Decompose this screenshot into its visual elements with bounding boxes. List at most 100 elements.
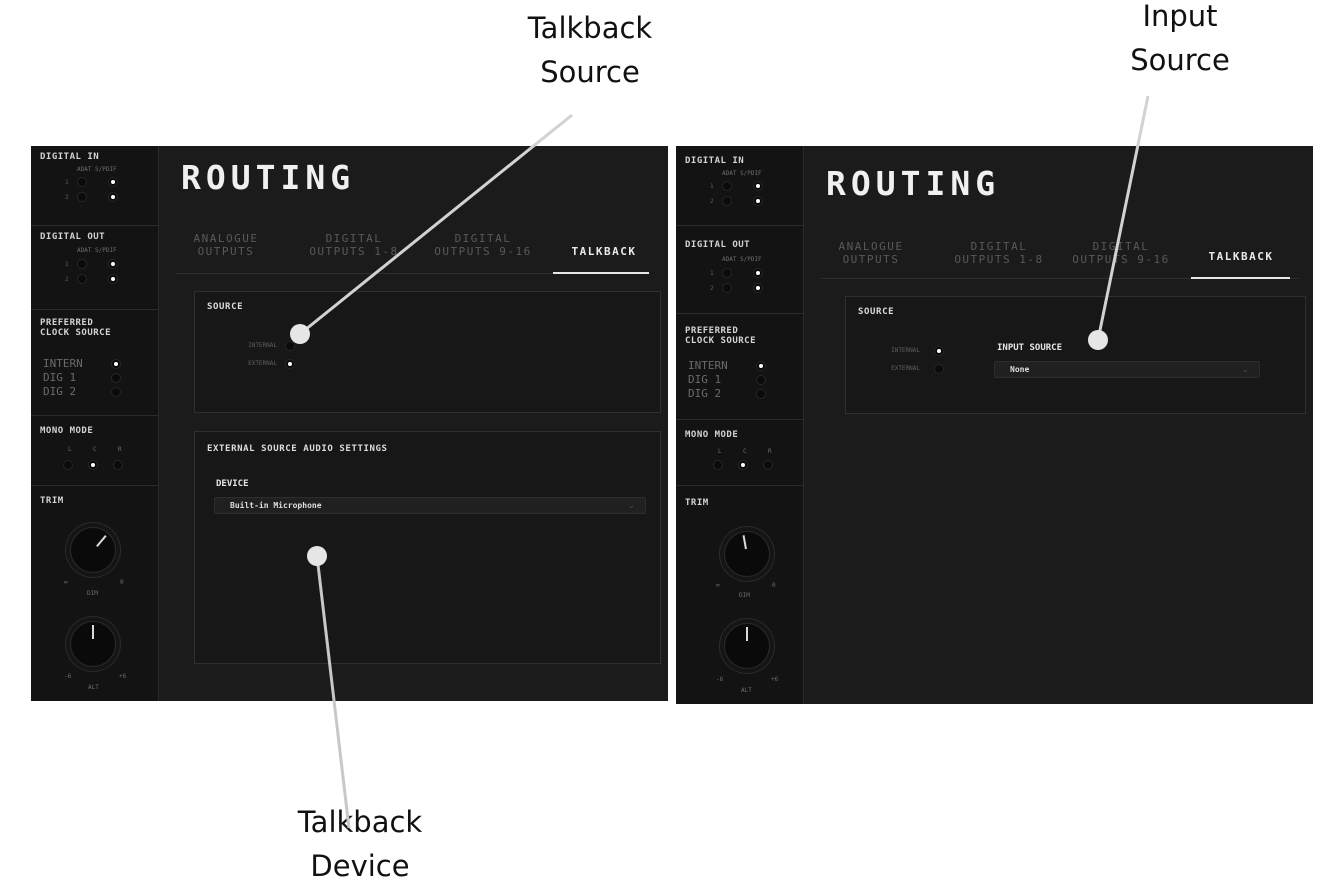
digital-out-row-2: 2 bbox=[65, 276, 69, 283]
alt-min-label: -6 bbox=[716, 676, 724, 683]
clock-option-dig2[interactable]: DIG 2 bbox=[43, 386, 76, 398]
digital-out-adat-1-indicator bbox=[77, 259, 87, 269]
input-source-select[interactable]: None ⌄ bbox=[994, 361, 1260, 378]
digital-in-section: DIGITAL IN ADAT S/PDIF 1 2 bbox=[31, 146, 159, 226]
digital-out-col-spdif: S/PDIF bbox=[740, 256, 762, 263]
device-select-value: Built-in Microphone bbox=[230, 501, 322, 510]
clock-intern-radio[interactable] bbox=[756, 361, 766, 371]
tab-talkback[interactable]: TALKBACK bbox=[544, 245, 664, 258]
routing-main: ROUTING ANALOGUE OUTPUTS DIGITAL OUTPUTS… bbox=[811, 146, 1311, 704]
digital-in-col-adat: ADAT bbox=[722, 170, 737, 177]
trim-section: TRIM ∞ 0 DIM -6 +6 ALT bbox=[676, 486, 804, 704]
mono-label-l: L bbox=[718, 448, 722, 455]
clock-dig2-radio[interactable] bbox=[756, 389, 766, 399]
digital-in-col-spdif: S/PDIF bbox=[740, 170, 762, 177]
tab-digital-outputs-9-16-line1: DIGITAL bbox=[454, 232, 512, 245]
digital-in-row-2: 2 bbox=[710, 198, 714, 205]
tab-analogue-outputs-line2: OUTPUTS bbox=[197, 245, 255, 258]
trim-section: TRIM ∞ 0 DIM -6 +6 ALT bbox=[31, 486, 159, 701]
digital-out-col-adat: ADAT bbox=[77, 247, 92, 254]
mono-label-r: R bbox=[768, 448, 772, 455]
digital-in-section: DIGITAL IN ADAT S/PDIF 1 2 bbox=[676, 146, 804, 226]
digital-out-adat-2-indicator bbox=[722, 283, 732, 293]
source-box: SOURCE INTERNAL EXTERNAL bbox=[194, 291, 661, 413]
tab-analogue-outputs[interactable]: ANALOGUE OUTPUTS bbox=[811, 240, 931, 266]
clock-option-dig1[interactable]: DIG 1 bbox=[688, 374, 721, 386]
mono-mode-section: MONO MODE L C R bbox=[31, 416, 159, 486]
input-source-select-value: None bbox=[1010, 365, 1030, 374]
dim-label: DIM bbox=[87, 590, 98, 597]
mono-label-l: L bbox=[68, 446, 72, 453]
digital-in-col-adat: ADAT bbox=[77, 166, 92, 173]
external-label: EXTERNAL bbox=[248, 360, 277, 367]
digital-in-spdif-2-indicator bbox=[108, 192, 118, 202]
digital-out-title: DIGITAL OUT bbox=[685, 240, 751, 250]
internal-radio[interactable] bbox=[934, 346, 944, 356]
dim-knob-icon[interactable] bbox=[70, 527, 116, 573]
clock-intern-radio[interactable] bbox=[111, 359, 121, 369]
digital-out-row-2: 2 bbox=[710, 285, 714, 292]
clock-option-dig2[interactable]: DIG 2 bbox=[688, 388, 721, 400]
digital-in-adat-2-indicator bbox=[722, 196, 732, 206]
clock-dig1-radio[interactable] bbox=[756, 375, 766, 385]
clock-option-intern[interactable]: INTERN bbox=[43, 358, 83, 370]
callout-talkback-source-line2: Source bbox=[540, 55, 640, 89]
digital-in-col-spdif: S/PDIF bbox=[95, 166, 117, 173]
tab-digital-outputs-1-8-line1: DIGITAL bbox=[970, 240, 1028, 253]
digital-in-spdif-1-indicator bbox=[753, 181, 763, 191]
dim-label: DIM bbox=[739, 592, 750, 599]
tab-talkback[interactable]: TALKBACK bbox=[1181, 250, 1301, 263]
mono-c-radio[interactable] bbox=[88, 460, 98, 470]
digital-out-col-adat: ADAT bbox=[722, 256, 737, 263]
callout-talkback-source: Talkback Source bbox=[480, 6, 700, 94]
clock-option-dig1[interactable]: DIG 1 bbox=[43, 372, 76, 384]
external-label: EXTERNAL bbox=[891, 365, 920, 372]
clock-source-section: PREFERRED CLOCK SOURCE INTERN DIG 1 DIG … bbox=[31, 310, 159, 416]
callout-talkback-device-line1: Talkback bbox=[297, 805, 423, 839]
device-select[interactable]: Built-in Microphone ⌄ bbox=[214, 497, 646, 514]
callout-talkback-device: Talkback Device bbox=[250, 800, 470, 888]
dim-max-label: 0 bbox=[120, 579, 124, 586]
tab-digital-outputs-1-8[interactable]: DIGITAL OUTPUTS 1-8 bbox=[939, 240, 1059, 266]
tab-digital-outputs-1-8-line2: OUTPUTS 1-8 bbox=[954, 253, 1044, 266]
alt-knob-icon[interactable] bbox=[724, 623, 770, 669]
digital-out-spdif-2-indicator bbox=[108, 274, 118, 284]
digital-out-spdif-1-indicator bbox=[108, 259, 118, 269]
external-radio[interactable] bbox=[285, 359, 295, 369]
mono-label-c: C bbox=[743, 448, 747, 455]
device-label: DEVICE bbox=[216, 479, 249, 489]
clock-dig2-radio[interactable] bbox=[111, 387, 121, 397]
mono-label-r: R bbox=[118, 446, 122, 453]
clock-source-title-2: CLOCK SOURCE bbox=[40, 328, 112, 338]
digital-out-title: DIGITAL OUT bbox=[40, 232, 106, 242]
tab-analogue-outputs-line2: OUTPUTS bbox=[842, 253, 900, 266]
tab-digital-outputs-9-16[interactable]: DIGITAL OUTPUTS 9-16 bbox=[423, 232, 543, 258]
mono-c-radio[interactable] bbox=[738, 460, 748, 470]
tab-analogue-outputs-line1: ANALOGUE bbox=[193, 232, 259, 245]
routing-panel-right: DIGITAL IN ADAT S/PDIF 1 2 DIGITAL OUT A… bbox=[676, 146, 1313, 704]
digital-in-spdif-1-indicator bbox=[108, 177, 118, 187]
mono-r-radio[interactable] bbox=[763, 460, 773, 470]
clock-dig1-radio[interactable] bbox=[111, 373, 121, 383]
callout-talkback-source-line1: Talkback bbox=[527, 11, 653, 45]
clock-source-section: PREFERRED CLOCK SOURCE INTERN DIG 1 DIG … bbox=[676, 314, 804, 420]
external-radio[interactable] bbox=[934, 364, 944, 374]
mono-r-radio[interactable] bbox=[113, 460, 123, 470]
tab-digital-outputs-9-16[interactable]: DIGITAL OUTPUTS 9-16 bbox=[1061, 240, 1181, 266]
internal-radio[interactable] bbox=[285, 341, 295, 351]
chevron-down-icon: ⌄ bbox=[627, 501, 635, 511]
tab-digital-outputs-1-8[interactable]: DIGITAL OUTPUTS 1-8 bbox=[294, 232, 414, 258]
mono-l-radio[interactable] bbox=[63, 460, 73, 470]
sidebar: DIGITAL IN ADAT S/PDIF 1 2 DIGITAL OUT A… bbox=[676, 146, 804, 704]
tab-digital-outputs-1-8-line2: OUTPUTS 1-8 bbox=[309, 245, 399, 258]
tab-analogue-outputs[interactable]: ANALOGUE OUTPUTS bbox=[166, 232, 286, 258]
alt-knob-icon[interactable] bbox=[70, 621, 116, 667]
clock-source-title-2: CLOCK SOURCE bbox=[685, 336, 757, 346]
internal-label: INTERNAL bbox=[891, 347, 920, 354]
clock-option-intern[interactable]: INTERN bbox=[688, 360, 728, 372]
digital-out-adat-2-indicator bbox=[77, 274, 87, 284]
mono-l-radio[interactable] bbox=[713, 460, 723, 470]
callout-talkback-device-line2: Device bbox=[310, 849, 410, 883]
tab-active-underline bbox=[553, 272, 649, 274]
dim-knob-icon[interactable] bbox=[724, 531, 770, 577]
